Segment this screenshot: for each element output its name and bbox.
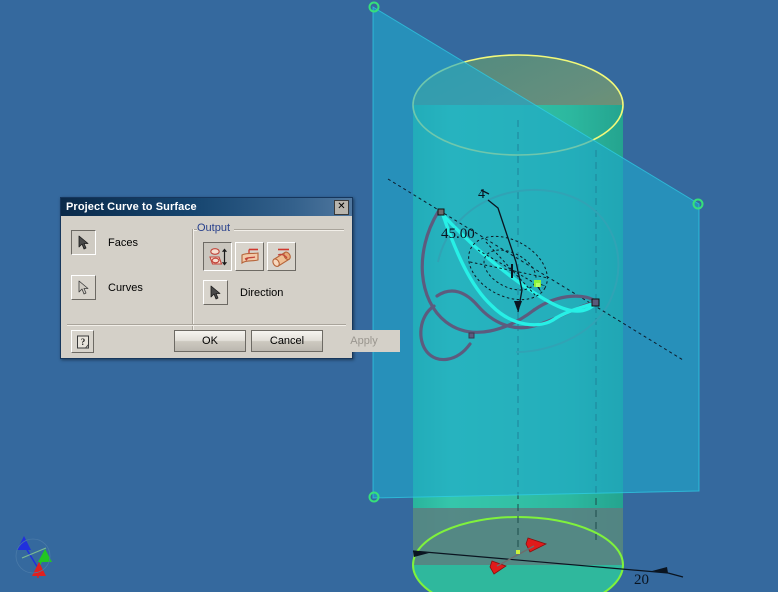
svg-text:?: ? — [80, 337, 85, 347]
annotation-angle: 45.00 — [441, 226, 475, 242]
origin-point — [516, 550, 520, 554]
apply-button: Apply — [328, 330, 400, 352]
curve-endpoint-start — [437, 208, 445, 216]
output-group-label: Output — [197, 222, 235, 234]
cancel-button[interactable]: Cancel — [251, 330, 323, 352]
project-to-cylinder-icon[interactable] — [267, 242, 296, 271]
direction-select-button[interactable] — [203, 280, 228, 305]
cursor-arrow-icon — [78, 235, 89, 250]
curves-selection-row[interactable]: Curves — [71, 275, 143, 300]
close-icon[interactable]: ✕ — [334, 199, 349, 215]
faces-label: Faces — [108, 236, 138, 249]
direction-label: Direction — [240, 286, 284, 299]
highlight-point-b — [536, 283, 540, 287]
dimension-value-20: 20 — [634, 572, 649, 588]
dialog-body: Faces Curves Output Direction ? OK Cance… — [61, 216, 400, 358]
help-button[interactable]: ? — [71, 330, 94, 353]
cursor-arrow-icon — [210, 285, 221, 300]
direction-row[interactable]: Direction — [203, 280, 283, 305]
curves-label: Curves — [108, 281, 143, 294]
project-to-surface-icon[interactable] — [235, 242, 264, 271]
curve-endpoint-tail — [468, 332, 475, 339]
output-group: Output Direction — [192, 222, 344, 341]
question-mark-icon: ? — [76, 335, 89, 348]
project-curve-to-surface-dialog[interactable]: Project Curve to Surface ✕ Faces Curves — [60, 197, 400, 359]
dialog-title: Project Curve to Surface — [66, 201, 197, 213]
curves-select-button[interactable] — [71, 275, 96, 300]
annotation-count: 4 — [478, 187, 485, 202]
faces-selection-row[interactable]: Faces — [71, 230, 138, 255]
dialog-button-bar: ? OK Cancel Apply — [61, 326, 400, 358]
output-option-buttons — [203, 242, 296, 271]
ok-button[interactable]: OK — [174, 330, 246, 352]
curve-endpoint-end — [591, 298, 600, 307]
dialog-titlebar[interactable]: Project Curve to Surface ✕ — [61, 198, 352, 216]
cursor-arrow-icon — [78, 280, 89, 295]
project-along-direction-icon[interactable] — [203, 242, 232, 271]
faces-select-button[interactable] — [71, 230, 96, 255]
